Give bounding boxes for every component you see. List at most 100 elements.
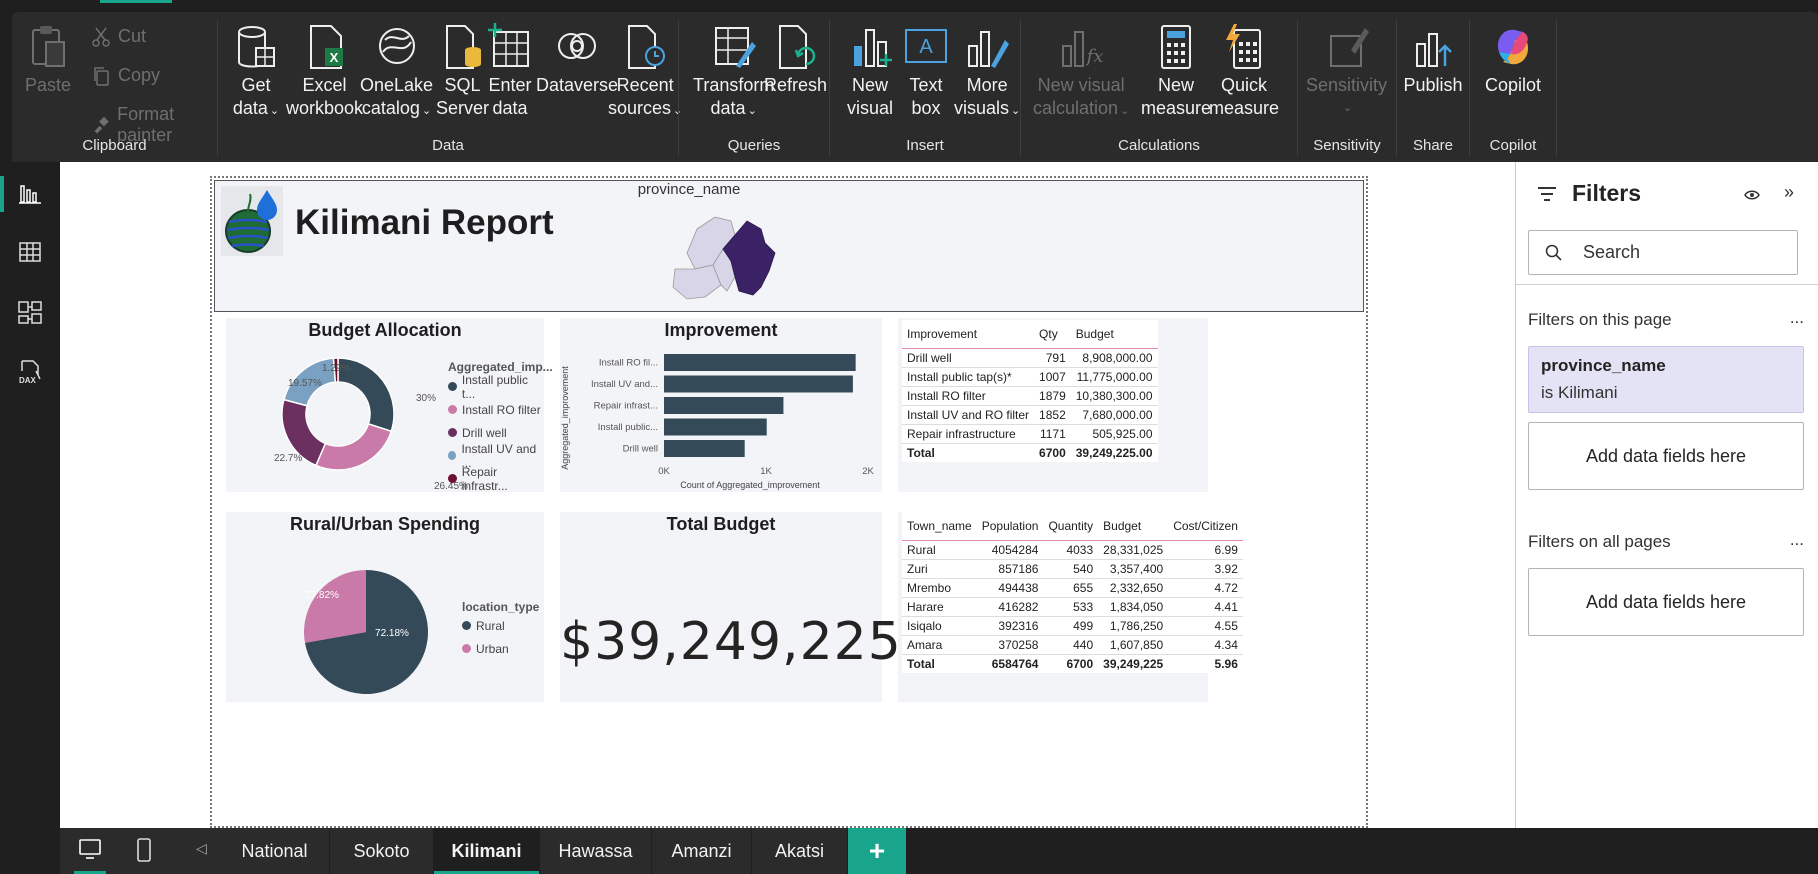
total-budget-card[interactable]: Total Budget $39,249,225 — [560, 512, 901, 702]
collapse-pane-icon[interactable]: » — [1784, 182, 1794, 203]
more-visuals-button[interactable]: More visuals ⌄ — [954, 22, 1020, 123]
column-header[interactable]: Cost/Citizen — [1168, 512, 1243, 541]
table-row[interactable]: Isiqalo 392316 499 1,786,250 4.55 — [902, 616, 1243, 636]
new-visual-button[interactable]: New visual — [846, 22, 894, 120]
improvement-table-card[interactable]: Improvement Qty Budget Drill well 791 8,908,… — [898, 318, 1208, 492]
add-data-fields-all-dropzone[interactable]: Add data fields here — [1528, 568, 1804, 636]
table-row[interactable]: Drill well 791 8,908,000.00 — [902, 348, 1158, 368]
donut-slice[interactable] — [314, 422, 393, 471]
more-visuals-label-2: visuals — [954, 98, 1010, 118]
add-data-fields-page-dropzone[interactable]: Add data fields here — [1528, 422, 1804, 490]
table-row[interactable]: Harare 416282 533 1,834,050 4.41 — [902, 597, 1243, 617]
page-tab-hawassa[interactable]: Hawassa — [540, 828, 652, 874]
table-cell: 1879 — [1034, 386, 1071, 406]
bar[interactable] — [664, 397, 784, 414]
app-window: Paste Cut Copy Format painter Clipboard … — [0, 0, 1818, 874]
bar[interactable] — [664, 354, 856, 371]
bar[interactable] — [664, 375, 853, 393]
filters-title: Filters — [1572, 180, 1642, 206]
text-box-button[interactable]: A Text box — [902, 22, 950, 120]
more-options-icon[interactable]: ... — [1790, 530, 1804, 550]
pie-slice[interactable] — [304, 570, 366, 643]
table-cell: 4.72 — [1168, 578, 1243, 598]
dax-query-view-button[interactable]: DAX — [0, 344, 60, 400]
filters-search-input[interactable]: Search — [1528, 230, 1798, 275]
table-row[interactable]: Install public tap(s)* 1007 11,775,000.00 — [902, 367, 1158, 387]
town-table-card[interactable]: Town_name Population Quantity Budget Cost/Ci… — [898, 512, 1243, 702]
legend-item[interactable]: Rural — [462, 614, 539, 637]
table-view-button[interactable] — [0, 224, 60, 280]
category-label: Install UV and... — [591, 379, 658, 390]
add-page-button[interactable]: + — [848, 828, 906, 874]
insert-group-label: Insert — [906, 137, 944, 154]
total-cell: 6584764 — [976, 653, 1044, 673]
column-header[interactable]: Budget — [1070, 320, 1158, 349]
onelake-catalog-button[interactable]: OneLake catalog ⌄ — [360, 22, 433, 123]
transform-data-button[interactable]: Transform data ⌄ — [693, 22, 774, 123]
column-header[interactable]: Quantity — [1043, 512, 1099, 541]
cut-button[interactable]: Cut — [92, 26, 146, 47]
province-name-filter-card[interactable]: province_name is Kilimani — [1528, 346, 1804, 413]
desktop-layout-button[interactable] — [68, 828, 112, 874]
paste-label: Paste — [24, 75, 72, 95]
page-tab-kilimani[interactable]: Kilimani — [434, 828, 540, 874]
bar[interactable] — [664, 418, 767, 436]
enter-data-button[interactable]: Enter data — [486, 22, 534, 120]
get-data-button[interactable]: Get data ⌄ — [232, 22, 280, 123]
column-header[interactable]: Population — [976, 512, 1044, 541]
column-header[interactable]: Qty — [1034, 320, 1071, 349]
recent-sources-icon — [628, 25, 666, 69]
table-row[interactable]: Install RO filter 1879 10,380,300.00 — [902, 386, 1158, 406]
page-tab-national[interactable]: National — [220, 828, 330, 874]
quick-measure-button[interactable]: Quick measure — [1209, 22, 1279, 120]
slice-label: 19.57% — [288, 378, 322, 389]
model-view-button[interactable] — [0, 284, 60, 340]
dataverse-button[interactable]: Dataverse — [536, 22, 618, 97]
report-view-button[interactable] — [0, 166, 60, 222]
copilot-button[interactable]: Copilot — [1470, 22, 1556, 97]
legend-title: location_type — [462, 600, 540, 614]
improvement-chart-card[interactable]: Improvement Aggregated_improvement Count… — [560, 318, 882, 492]
slice-label: 72.18% — [375, 628, 409, 639]
table-row[interactable]: Rural 4054284 4033 28,331,025 6.99 — [902, 540, 1243, 560]
excel-workbook-button[interactable]: X Excel workbook — [286, 22, 363, 120]
new-visual-calculation-button[interactable]: fx New visual calculation ⌄ — [1033, 22, 1129, 123]
page-tab-sokoto[interactable]: Sokoto — [330, 828, 434, 874]
report-header[interactable]: Kilimani Report province_name — [214, 180, 1364, 312]
legend-item[interactable]: Install RO filter — [448, 398, 544, 421]
add-fields-label: Add data fields here — [1585, 445, 1747, 466]
publish-button[interactable]: Publish — [1397, 22, 1469, 97]
table-row[interactable]: Install UV and RO filter 1852 7,680,000.00 — [902, 405, 1158, 425]
chevron-down-icon: ⌄ — [421, 105, 432, 117]
sql-server-button[interactable]: SQL Server — [436, 22, 489, 120]
visual-calculation-icon: fx — [1062, 31, 1104, 67]
page-tab-akatsi[interactable]: Akatsi — [752, 828, 848, 874]
mobile-layout-button[interactable] — [126, 828, 162, 874]
page-tab-amanzi[interactable]: Amanzi — [652, 828, 752, 874]
table-row[interactable]: Amara 370258 440 1,607,850 4.34 — [902, 635, 1243, 655]
more-visuals-icon — [968, 31, 1010, 68]
previous-page-icon[interactable]: ◁ — [196, 840, 207, 857]
legend-dot — [462, 621, 471, 630]
table-row[interactable]: Zuri 857186 540 3,357,400 3.92 — [902, 559, 1243, 579]
legend-item[interactable]: Repair infrastr... — [448, 465, 544, 493]
more-options-icon[interactable]: ... — [1790, 308, 1804, 328]
recent-sources-button[interactable]: Recent sources⌄ — [608, 22, 682, 123]
paste-button[interactable]: Paste — [24, 22, 72, 97]
legend-item[interactable]: Urban — [462, 637, 539, 660]
new-measure-button[interactable]: New measure — [1141, 22, 1211, 120]
table-row[interactable]: Mrembo 494438 655 2,332,650 4.72 — [902, 578, 1243, 598]
table-row[interactable]: Repair infrastructure 1171 505,925.00 — [902, 424, 1158, 444]
province-map[interactable]: province_name — [635, 181, 905, 311]
column-header[interactable]: Improvement — [902, 320, 1035, 349]
column-header[interactable]: Budget — [1098, 512, 1169, 541]
budget-allocation-card[interactable]: Budget Allocation 30% 26.45% 22.7% 19.57% 1.… — [226, 318, 553, 493]
eye-icon[interactable] — [1744, 189, 1760, 201]
rural-urban-card[interactable]: Rural/Urban Spending 72.18% 27.82% locati… — [226, 512, 544, 702]
legend-item[interactable]: Install public t... — [448, 373, 544, 401]
sensitivity-button[interactable]: Sensitivity ⌄ — [1306, 22, 1387, 120]
bar[interactable] — [664, 440, 745, 457]
copy-button[interactable]: Copy — [92, 65, 160, 86]
column-header[interactable]: Town_name — [902, 512, 977, 541]
refresh-button[interactable]: Refresh — [764, 22, 827, 97]
